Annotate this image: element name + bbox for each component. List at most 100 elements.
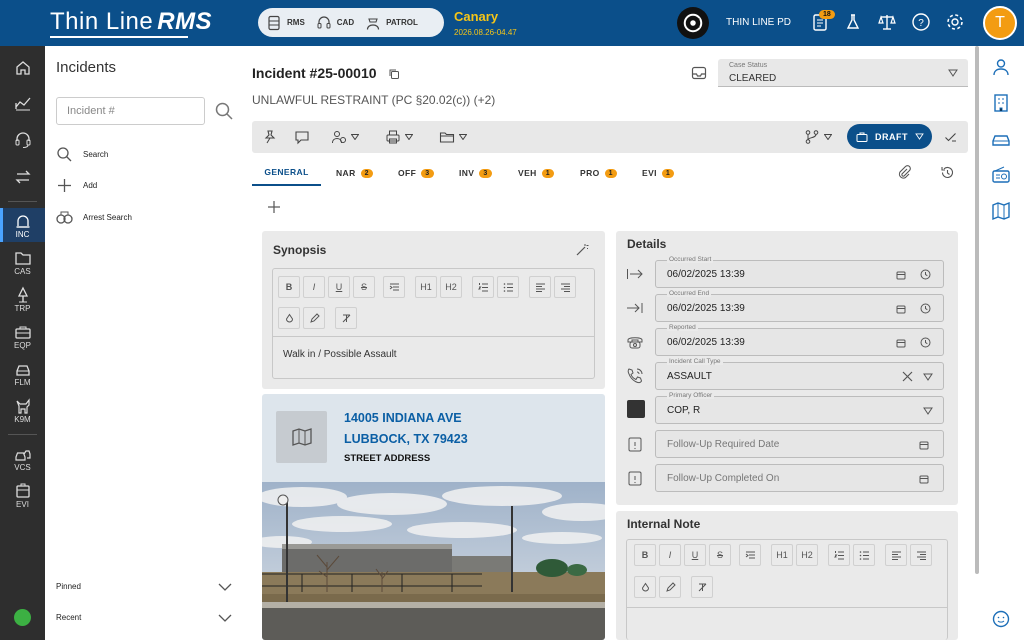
strikethrough-button[interactable]: S: [709, 544, 731, 566]
lab-flask-icon[interactable]: [843, 12, 863, 32]
occurred-end-field[interactable]: Occurred End 06/02/2025 13:39: [655, 290, 944, 322]
caret-down-icon[interactable]: [923, 407, 933, 415]
rail-item-cas[interactable]: CAS: [0, 245, 45, 279]
bullet-list-button[interactable]: [497, 276, 519, 298]
text-color-button[interactable]: [634, 576, 656, 598]
person-icon[interactable]: [991, 57, 1011, 77]
rail-item-k9m[interactable]: K9M: [0, 393, 45, 427]
rail-item-trp[interactable]: TRP: [0, 282, 45, 316]
rail-item-vcs[interactable]: VCS: [0, 441, 45, 475]
rail-item-eqp[interactable]: EQP: [0, 319, 45, 353]
calendar-icon[interactable]: [896, 304, 906, 314]
reported-field[interactable]: Reported 06/02/2025 13:39: [655, 324, 944, 356]
inbox-tray-icon[interactable]: [690, 64, 708, 82]
comment-icon[interactable]: [294, 129, 310, 145]
internal-note-editor[interactable]: B I U S H1 H2: [626, 539, 948, 640]
clear-format-button[interactable]: [335, 307, 357, 329]
add-section-icon[interactable]: [266, 199, 282, 215]
search-action[interactable]: Search: [56, 146, 108, 163]
rail-item-inc[interactable]: INC: [0, 208, 45, 242]
building-icon[interactable]: [991, 93, 1011, 113]
tab-veh[interactable]: VEH 1: [518, 160, 554, 186]
radio-icon[interactable]: [991, 165, 1011, 185]
assign-users-icon[interactable]: [331, 129, 347, 145]
text-color-button[interactable]: [278, 307, 300, 329]
caret-down-icon[interactable]: [351, 134, 359, 140]
user-avatar[interactable]: T: [983, 6, 1017, 40]
followup-completed-date-field[interactable]: Follow-Up Completed On: [655, 464, 944, 492]
rail-home[interactable]: [0, 51, 45, 85]
rail-dispatch[interactable]: [0, 123, 45, 157]
print-icon[interactable]: [385, 129, 401, 145]
rail-item-flm[interactable]: FLM: [0, 356, 45, 390]
map-icon[interactable]: [991, 201, 1011, 221]
clock-icon[interactable]: [920, 337, 931, 348]
tab-off[interactable]: OFF 3: [398, 160, 434, 186]
underline-button[interactable]: U: [328, 276, 350, 298]
open-folder-icon[interactable]: [439, 129, 455, 145]
chat-icon[interactable]: [991, 609, 1011, 629]
map-button[interactable]: [276, 411, 327, 463]
synopsis-editor[interactable]: B I U S H1 H2 Walk in / Possible Assault: [272, 268, 595, 379]
highlight-button[interactable]: [659, 576, 681, 598]
heading2-button[interactable]: H2: [796, 544, 818, 566]
module-rms[interactable]: RMS: [266, 15, 305, 31]
heading2-button[interactable]: H2: [440, 276, 462, 298]
calendar-icon[interactable]: [896, 338, 906, 348]
align-right-button[interactable]: [554, 276, 576, 298]
paperclip-icon[interactable]: [897, 165, 912, 180]
case-status-select[interactable]: Case Status CLEARED: [718, 59, 968, 87]
search-icon[interactable]: [214, 101, 234, 121]
tab-inv[interactable]: INV 3: [459, 160, 492, 186]
ordered-list-button[interactable]: [828, 544, 850, 566]
module-patrol[interactable]: PATROL: [365, 15, 418, 31]
help-icon[interactable]: ?: [911, 12, 931, 32]
bold-button[interactable]: B: [278, 276, 300, 298]
rail-item-evi[interactable]: EVI: [0, 478, 45, 512]
heading1-button[interactable]: H1: [771, 544, 793, 566]
clear-x-icon[interactable]: [901, 370, 914, 383]
settings-gear-icon[interactable]: [945, 12, 965, 32]
tab-general[interactable]: GENERAL: [252, 160, 321, 186]
magic-wand-icon[interactable]: [575, 243, 589, 257]
clock-icon[interactable]: [920, 269, 931, 280]
tab-evi[interactable]: EVI 1: [642, 160, 675, 186]
calendar-icon[interactable]: [919, 440, 929, 450]
pinned-section[interactable]: Pinned: [56, 582, 232, 591]
caret-down-icon[interactable]: [405, 134, 413, 140]
address-line1[interactable]: 14005 INDIANA AVE: [344, 411, 462, 425]
align-right-button[interactable]: [910, 544, 932, 566]
ordered-list-button[interactable]: [472, 276, 494, 298]
draft-status-button[interactable]: DRAFT: [847, 124, 932, 149]
indent-button[interactable]: [739, 544, 761, 566]
approve-check-icon[interactable]: [943, 129, 959, 145]
history-icon[interactable]: [940, 165, 955, 180]
clock-icon[interactable]: [920, 303, 931, 314]
app-logo[interactable]: Thin Line RMS: [50, 8, 212, 36]
underline-button[interactable]: U: [684, 544, 706, 566]
align-left-button[interactable]: [885, 544, 907, 566]
followup-required-date-field[interactable]: Follow-Up Required Date: [655, 430, 944, 458]
add-action[interactable]: Add: [56, 177, 97, 194]
occurred-start-field[interactable]: Occurred Start 06/02/2025 13:39: [655, 256, 944, 288]
module-cad[interactable]: CAD: [316, 15, 354, 31]
caret-down-icon[interactable]: [923, 373, 933, 381]
primary-officer-select[interactable]: Primary Officer COP, R: [655, 392, 944, 424]
align-left-button[interactable]: [529, 276, 551, 298]
workflow-branch-icon[interactable]: [804, 129, 820, 145]
pin-icon[interactable]: [262, 129, 278, 145]
italic-button[interactable]: I: [303, 276, 325, 298]
heading1-button[interactable]: H1: [415, 276, 437, 298]
copy-icon[interactable]: [388, 68, 400, 80]
address-line2[interactable]: LUBBOCK, TX 79423: [344, 432, 468, 446]
strikethrough-button[interactable]: S: [353, 276, 375, 298]
clear-format-button[interactable]: [691, 576, 713, 598]
bullet-list-button[interactable]: [853, 544, 875, 566]
car-icon[interactable]: [991, 129, 1011, 149]
tab-nar[interactable]: NAR 2: [336, 160, 373, 186]
caret-down-icon[interactable]: [459, 134, 467, 140]
incident-number-input[interactable]: [56, 97, 205, 125]
indent-button[interactable]: [383, 276, 405, 298]
rail-transfer[interactable]: [0, 160, 45, 194]
italic-button[interactable]: I: [659, 544, 681, 566]
